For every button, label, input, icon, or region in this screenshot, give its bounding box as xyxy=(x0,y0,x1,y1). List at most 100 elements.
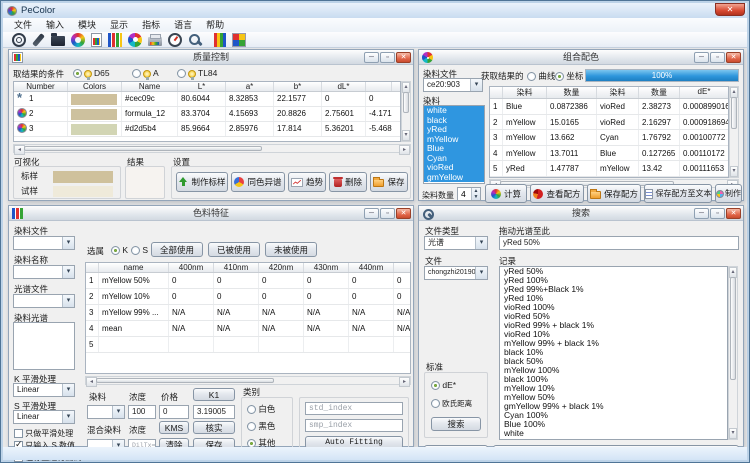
conc-input[interactable]: 100 xyxy=(128,405,156,419)
make-standard-button[interactable]: 制作标样 xyxy=(176,172,228,192)
col-dye1[interactable]: 染料 xyxy=(503,87,547,98)
smooth-only-checkbox[interactable]: 只做平滑处理 xyxy=(14,428,73,439)
search-minimize-button[interactable]: ─ xyxy=(694,208,709,219)
use-all-button[interactable]: 全部使用 xyxy=(151,242,203,257)
de-radio[interactable] xyxy=(431,381,440,390)
palette-books-icon[interactable] xyxy=(108,33,122,47)
qc-table-row[interactable]: 2 formula_12 83.3704 4.15693 20.8826 2.7… xyxy=(14,107,400,122)
col-dl[interactable]: dL* xyxy=(322,82,366,91)
spectrum-file-dropdown[interactable] xyxy=(13,294,75,308)
save-formula-button[interactable]: 保存配方 xyxy=(587,184,641,203)
col-name[interactable]: Name xyxy=(122,82,178,91)
window-close-button[interactable]: ✕ xyxy=(715,3,745,16)
smp-index-input[interactable]: smp_index xyxy=(305,419,403,432)
col-qty1[interactable]: 数量 xyxy=(547,87,597,98)
color-ring-icon[interactable] xyxy=(71,33,85,47)
k-smooth-dropdown[interactable]: Linear xyxy=(13,383,75,397)
option-euclid[interactable]: 欧氏距离 xyxy=(431,398,472,409)
black-radio[interactable] xyxy=(247,422,256,431)
qc-close-button[interactable]: ✕ xyxy=(396,52,411,63)
qc-maximize-button[interactable]: ▫ xyxy=(380,52,395,63)
col-410nm[interactable]: 410nm xyxy=(214,263,259,272)
menu-display[interactable]: 显示 xyxy=(103,19,135,32)
search-close-button[interactable]: ✕ xyxy=(726,208,741,219)
col-number[interactable]: Number xyxy=(14,82,68,91)
folder-icon[interactable] xyxy=(51,36,65,46)
s-smooth-dropdown[interactable]: Linear xyxy=(13,410,75,424)
menu-help[interactable]: 帮助 xyxy=(199,19,231,32)
k1-value-input[interactable]: 3.19005 xyxy=(193,405,235,419)
dye-list-item[interactable]: gmYellow xyxy=(424,173,484,183)
option-k[interactable]: K xyxy=(111,245,128,255)
col-l[interactable]: L* xyxy=(178,82,226,91)
file-type-dropdown[interactable]: 光谱 xyxy=(424,236,488,250)
color-flower-icon[interactable] xyxy=(128,33,142,47)
tl84-radio[interactable] xyxy=(177,69,186,78)
d65-radio[interactable] xyxy=(73,69,82,78)
option-coord[interactable]: 坐标 xyxy=(555,70,583,82)
col-spectrum-name[interactable]: name xyxy=(99,263,169,272)
qc-horizontal-scrollbar[interactable] xyxy=(13,144,411,153)
calculate-button[interactable]: 计算 xyxy=(485,184,527,203)
view-formula-button[interactable]: 查看配方 xyxy=(530,184,584,203)
mosaic-icon[interactable] xyxy=(232,33,246,47)
col-440nm[interactable]: 440nm xyxy=(349,263,394,272)
match-vertical-scrollbar[interactable] xyxy=(729,86,739,178)
qc-table-row[interactable]: 3 #d2d5b4 85.9664 2.85976 17.814 5.36201… xyxy=(14,122,400,137)
form-dye-dropdown[interactable] xyxy=(87,405,125,419)
qc-minimize-button[interactable]: ─ xyxy=(364,52,379,63)
colorant-table-row[interactable]: 2 mYellow 10% 0 0 0 0 0 0 xyxy=(86,289,410,305)
colorant-maximize-button[interactable]: ▫ xyxy=(380,208,395,219)
cat-black[interactable]: 黑色 xyxy=(247,420,275,432)
menu-file[interactable]: 文件 xyxy=(7,19,39,32)
records-listbox[interactable]: yRed 50%yRed 100%yRed 99%+Black 1%yRed 1… xyxy=(499,266,728,440)
qc-illuminant-a[interactable]: A xyxy=(132,68,159,78)
colorant-table-row[interactable]: 4 mean N/A N/A N/A N/A N/A N/A xyxy=(86,321,410,337)
gauge-icon[interactable] xyxy=(168,33,182,47)
option-de[interactable]: dE* xyxy=(431,380,456,390)
metamerism-button[interactable]: 同色异谱 xyxy=(231,172,285,192)
match-close-button[interactable]: ✕ xyxy=(726,52,741,63)
records-scrollbar[interactable] xyxy=(728,266,738,440)
spinner-arrows[interactable]: ▲▼ xyxy=(471,188,480,200)
qc-illuminant-d65[interactable]: D65 xyxy=(73,68,110,78)
match-table-row[interactable]: 4 mYellow 13.7011 Blue 0.127265 0.001101… xyxy=(490,146,728,162)
option-curve[interactable]: 曲线 xyxy=(527,70,555,82)
search-maximize-button[interactable]: ▫ xyxy=(710,208,725,219)
match-maximize-button[interactable]: ▫ xyxy=(710,52,725,63)
curve-radio[interactable] xyxy=(527,72,536,81)
record-item[interactable]: Blue 100% xyxy=(500,420,727,429)
a-radio[interactable] xyxy=(132,69,141,78)
trend-button[interactable]: 趋势 xyxy=(288,172,326,192)
match-table-row[interactable]: 1 Blue 0.0872386 vioRed 2.38273 0.000899… xyxy=(490,99,728,115)
menu-input[interactable]: 输入 xyxy=(39,19,71,32)
search-icon[interactable] xyxy=(188,33,202,47)
coord-radio[interactable] xyxy=(555,72,564,81)
k1-button[interactable]: K1 xyxy=(193,388,235,401)
col-420nm[interactable]: 420nm xyxy=(259,263,304,272)
file-dropdown[interactable]: chongzhi20190 xyxy=(424,266,488,280)
match-table-row[interactable]: 3 mYellow 13.662 Cyan 1.76792 0.00100772 xyxy=(490,130,728,146)
white-radio[interactable] xyxy=(247,405,256,414)
record-item[interactable]: white xyxy=(500,429,727,438)
target-icon[interactable] xyxy=(12,33,26,47)
col-colors[interactable]: Colors xyxy=(68,82,122,91)
save-formula-text-button[interactable]: 保存配方至文本 xyxy=(644,184,712,203)
match-table-row[interactable]: 5 yRed 1.47787 mYellow 13.42 0.00111653 xyxy=(490,161,728,177)
verify-button[interactable]: 核实 xyxy=(193,421,235,434)
save-button[interactable]: 保存 xyxy=(370,172,408,192)
qc-illuminant-tl84[interactable]: TL84 xyxy=(177,68,217,78)
dye-spectrum-listbox[interactable] xyxy=(13,322,75,370)
col-400nm[interactable]: 400nm xyxy=(169,263,214,272)
drag-spectrum-input[interactable]: yRed 50% xyxy=(499,236,739,250)
cat-white[interactable]: 白色 xyxy=(247,403,275,415)
qc-vertical-scrollbar[interactable] xyxy=(401,81,411,142)
s-radio[interactable] xyxy=(131,246,140,255)
colorant-table-row[interactable]: 5 xyxy=(86,337,410,353)
k-radio[interactable] xyxy=(111,246,120,255)
qc-table-row[interactable]: 1 #cec09c 80.6044 8.32853 22.1577 0 0 xyxy=(14,92,400,107)
colorant-horizontal-scrollbar[interactable] xyxy=(85,376,411,385)
col-cut[interactable] xyxy=(366,82,392,91)
kms-button[interactable]: KMS xyxy=(159,421,189,434)
col-dye2[interactable]: 染料 xyxy=(597,87,639,98)
